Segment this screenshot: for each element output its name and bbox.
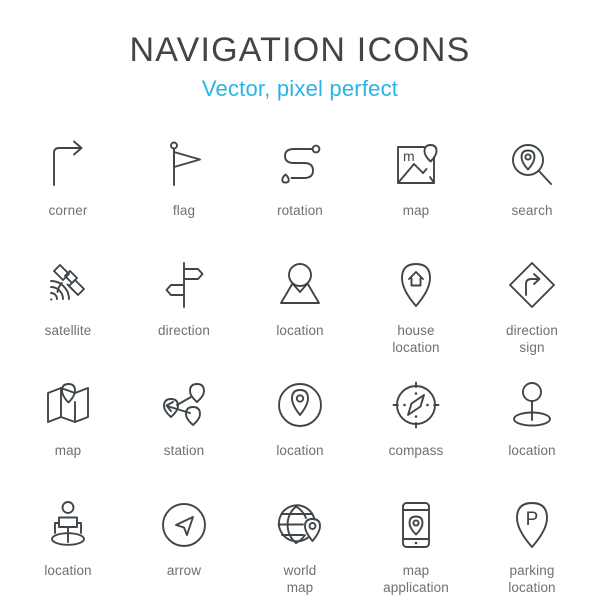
person-on-ellipse-icon (37, 494, 99, 556)
icon-label: location (44, 563, 92, 578)
icon-label: direction sign (506, 323, 558, 355)
house-pin-icon (385, 254, 447, 316)
page-title: NAVIGATION ICONS (129, 31, 471, 69)
icon-cell-search[interactable]: search (474, 128, 590, 248)
icon-cell-corner[interactable]: corner (10, 128, 126, 248)
icon-cell-rotation[interactable]: rotation (242, 128, 358, 248)
map-image-icon: m (385, 134, 447, 196)
icon-cell-world-map[interactable]: world map (242, 488, 358, 608)
parking-pin-icon: P (501, 494, 563, 556)
page-subtitle: Vector, pixel perfect (201, 76, 399, 101)
icon-label: world map (283, 563, 317, 595)
icon-cell-map-folded[interactable]: map (10, 368, 126, 488)
pin-in-circle-icon (269, 374, 331, 436)
station-pins-icon (153, 374, 215, 436)
header: NAVIGATION ICONS Vector, pixel perfect (0, 0, 600, 104)
folded-map-pin-icon (37, 374, 99, 436)
icon-label: rotation (277, 203, 323, 218)
icon-label: search (511, 203, 553, 218)
icon-cell-compass[interactable]: compass (358, 368, 474, 488)
corner-arrow-icon (37, 134, 99, 196)
icon-cell-map-application[interactable]: map application (358, 488, 474, 608)
icon-cell-location-marker[interactable]: location (474, 368, 590, 488)
icon-cell-flag[interactable]: flag (126, 128, 242, 248)
icon-label: location (276, 443, 324, 458)
flag-icon (153, 134, 215, 196)
map-letter-m: m (403, 148, 415, 164)
icon-cell-station[interactable]: station (126, 368, 242, 488)
icon-label: house location (392, 323, 440, 355)
diamond-turn-sign-icon (501, 254, 563, 316)
icon-cell-location-mountain[interactable]: location (242, 248, 358, 368)
icon-label: direction (158, 323, 210, 338)
rotation-route-icon (269, 134, 331, 196)
icon-label: location (508, 443, 556, 458)
icon-cell-map-frame[interactable]: m map (358, 128, 474, 248)
icon-cell-direction-sign[interactable]: direction sign (474, 248, 590, 368)
icon-label: parking location (508, 563, 556, 595)
icon-label: station (163, 443, 205, 458)
icon-cell-satellite[interactable]: satellite (10, 248, 126, 368)
icon-cell-location-circle[interactable]: location (242, 368, 358, 488)
icon-cell-house-location[interactable]: house location (358, 248, 474, 368)
icon-label: map application (383, 563, 449, 595)
location-mountain-icon (269, 254, 331, 316)
icon-cell-arrow[interactable]: arrow (126, 488, 242, 608)
icon-label: flag (172, 203, 196, 218)
search-pin-icon (501, 134, 563, 196)
icon-label: map (402, 203, 430, 218)
icon-label: location (276, 323, 324, 338)
icon-label: map (54, 443, 82, 458)
signpost-icon (153, 254, 215, 316)
globe-pin-icon (269, 494, 331, 556)
icon-cell-parking-location[interactable]: P parking location (474, 488, 590, 608)
satellite-icon (37, 254, 99, 316)
compass-icon (385, 374, 447, 436)
icon-label: compass (388, 443, 444, 458)
icon-cell-location-person[interactable]: location (10, 488, 126, 608)
marker-on-ellipse-icon (501, 374, 563, 436)
icon-label: corner (48, 203, 88, 218)
phone-pin-icon (385, 494, 447, 556)
navigation-arrow-circle-icon (153, 494, 215, 556)
parking-letter-p: P (526, 509, 539, 530)
icon-grid: corner flag rotation m map search satell… (10, 128, 590, 608)
icon-label: arrow (166, 563, 202, 578)
icon-cell-direction[interactable]: direction (126, 248, 242, 368)
icon-label: satellite (44, 323, 92, 338)
icon-sheet: NAVIGATION ICONS Vector, pixel perfect c… (0, 0, 600, 600)
